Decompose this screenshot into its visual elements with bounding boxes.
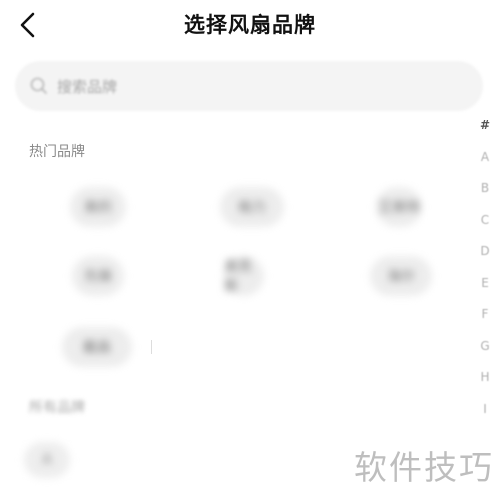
index-letter-hash[interactable]: # bbox=[474, 118, 496, 132]
search-input[interactable] bbox=[55, 73, 439, 101]
index-letter-h[interactable]: H bbox=[474, 370, 496, 384]
brand-chip-airmate[interactable]: 艾美特 bbox=[376, 187, 422, 227]
divider bbox=[151, 340, 152, 354]
brand-chip-aux[interactable]: 奥克斯 bbox=[224, 256, 264, 296]
brand-chip-midea[interactable]: 美的 bbox=[70, 187, 126, 227]
page-title: 选择风扇品牌 bbox=[184, 13, 316, 37]
index-letter-d[interactable]: D bbox=[474, 244, 496, 258]
index-letter-f[interactable]: F bbox=[474, 307, 496, 321]
index-letter-a[interactable]: A bbox=[474, 150, 496, 164]
index-letter-c[interactable]: C bbox=[474, 213, 496, 227]
all-brand-item[interactable]: A bbox=[24, 442, 70, 478]
brand-chip-dyson[interactable]: 戴森 bbox=[62, 327, 132, 367]
brand-chip-gree[interactable]: 格力 bbox=[220, 187, 284, 227]
watermark: 软件技巧 bbox=[354, 448, 494, 487]
all-brands-label: 所有品牌 bbox=[29, 400, 85, 416]
header: 选择风扇品牌 bbox=[0, 0, 500, 50]
index-letter-b[interactable]: B bbox=[474, 181, 496, 195]
brand-chip-haier[interactable]: 海尔 bbox=[370, 256, 432, 296]
index-letter-e[interactable]: E bbox=[474, 276, 496, 290]
index-letter-i[interactable]: I bbox=[474, 402, 496, 416]
index-letter-g[interactable]: G bbox=[474, 339, 496, 353]
brand-chip-singfun[interactable]: 先锋 bbox=[72, 256, 124, 296]
search-bar[interactable] bbox=[15, 61, 483, 111]
search-icon bbox=[30, 77, 47, 94]
hot-brands-label: 热门品牌 bbox=[29, 144, 85, 160]
